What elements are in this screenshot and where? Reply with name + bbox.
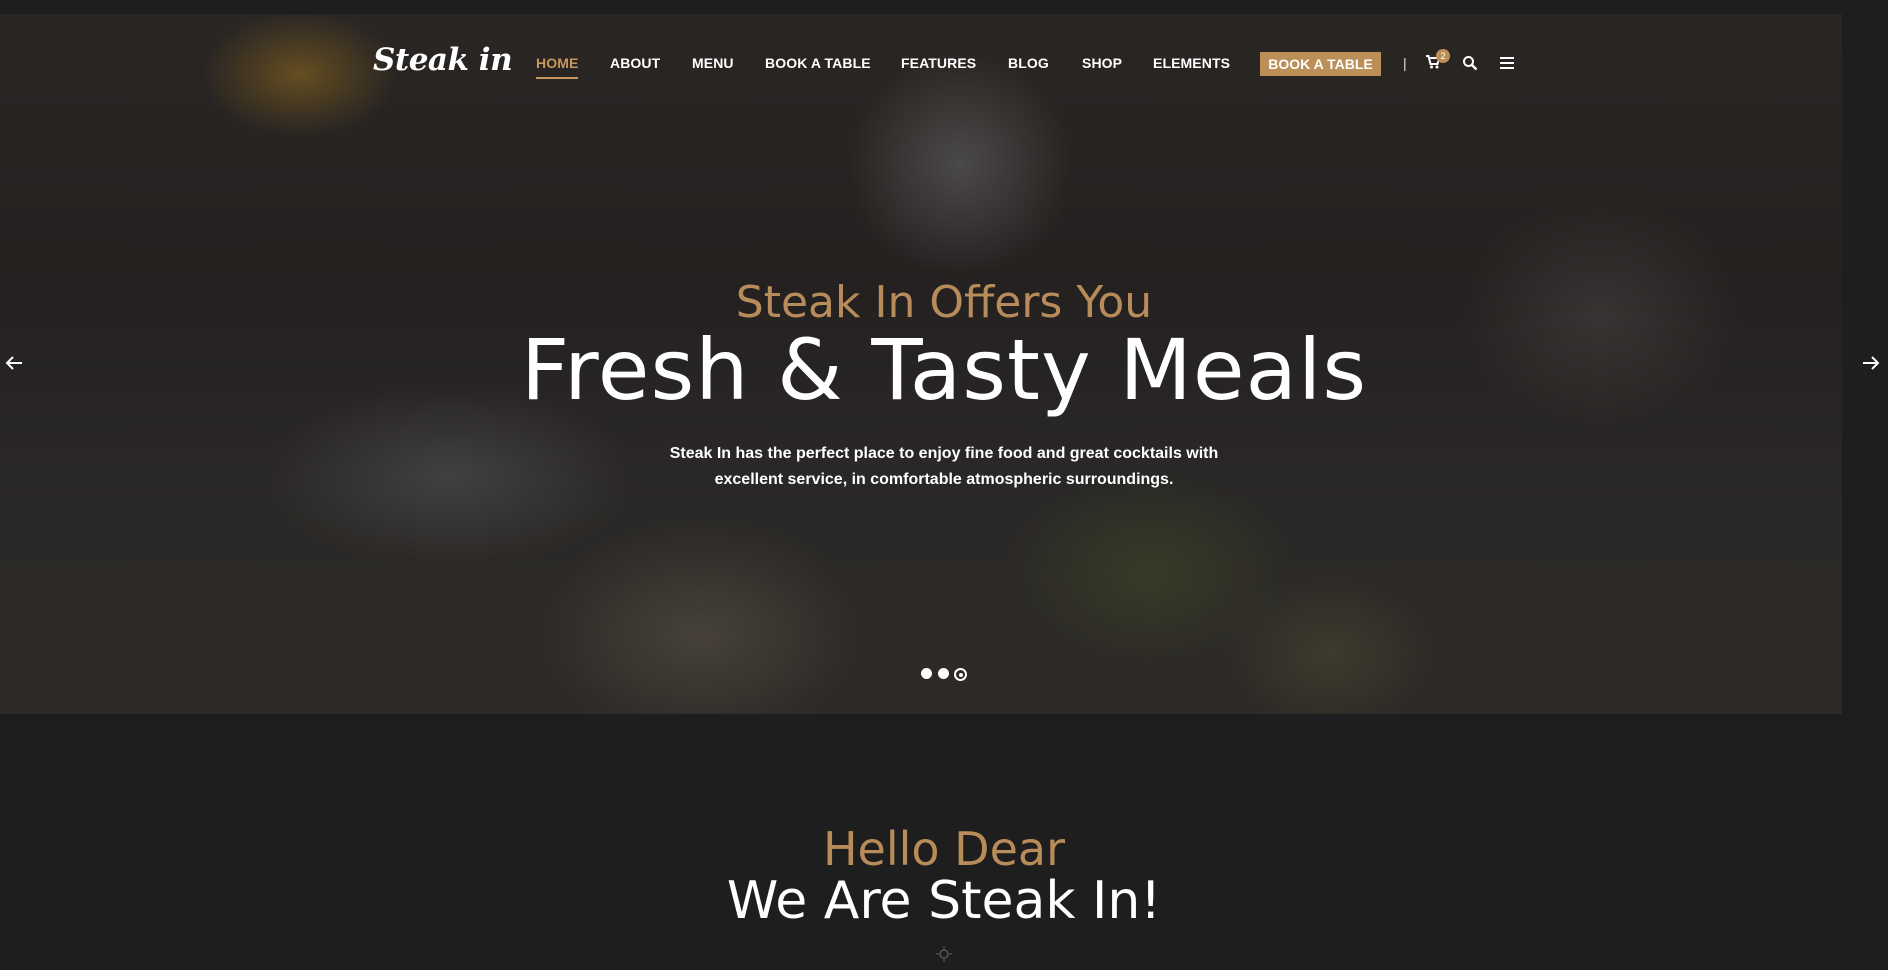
nav-item-menu[interactable]: MENU xyxy=(692,55,734,71)
hero-description-line-2: excellent service, in comfortable atmosp… xyxy=(714,471,1174,488)
header-nav: Steak in HOME ABOUT MENU BOOK A TABLE FE… xyxy=(0,0,1888,100)
book-a-table-button[interactable]: BOOK A TABLE xyxy=(1260,52,1381,76)
nav-item-home[interactable]: HOME xyxy=(536,55,579,79)
intro-subtitle: Hello Dear xyxy=(822,822,1066,876)
hero-description: Steak In has the perfect place to enjoy … xyxy=(644,441,1244,493)
slider-dot-3[interactable] xyxy=(954,668,967,681)
cart-count-badge: 2 xyxy=(1436,49,1450,63)
nav-item-book-a-table[interactable]: BOOK A TABLE xyxy=(765,55,871,71)
nav-separator: | xyxy=(1403,55,1407,71)
intro-title: We Are Steak In! xyxy=(726,871,1162,931)
nav-item-shop[interactable]: SHOP xyxy=(1082,55,1122,71)
ornament-icon xyxy=(936,946,952,962)
nav-item-elements[interactable]: ELEMENTS xyxy=(1153,55,1230,71)
hamburger-icon[interactable] xyxy=(1500,57,1514,69)
nav-item-about[interactable]: ABOUT xyxy=(610,55,660,71)
hero-title: Fresh & Tasty Meals xyxy=(520,321,1368,419)
nav-item-features[interactable]: FEATURES xyxy=(901,55,976,71)
slider-dot-1[interactable] xyxy=(921,668,932,679)
nav-item-blog[interactable]: BLOG xyxy=(1008,55,1049,71)
slider-dot-2[interactable] xyxy=(938,668,949,679)
search-icon[interactable] xyxy=(1462,55,1478,71)
hero-description-line-1: Steak In has the perfect place to enjoy … xyxy=(669,445,1219,462)
slider-pagination xyxy=(921,668,969,682)
site-logo[interactable]: Steak in xyxy=(373,42,513,78)
